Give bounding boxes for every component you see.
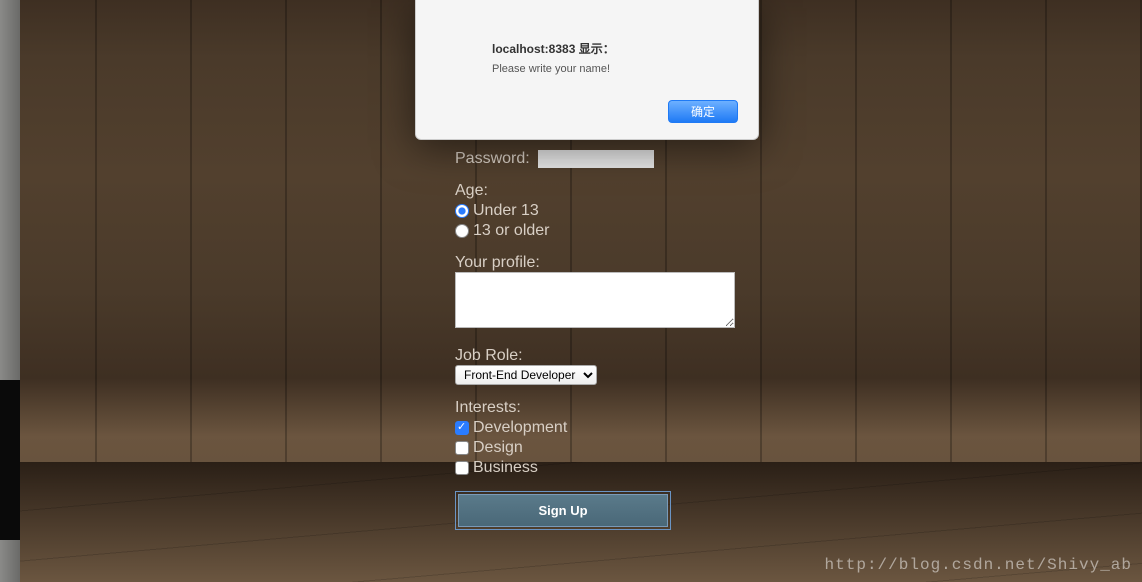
age-13-or-older-radio[interactable] bbox=[455, 224, 469, 238]
alert-dialog: localhost:8383 显示： Please write your nam… bbox=[415, 0, 759, 140]
password-label: Password: bbox=[455, 150, 530, 168]
signup-button-wrap: Sign Up bbox=[455, 491, 671, 530]
alert-title: localhost:8383 显示： bbox=[492, 40, 734, 57]
profile-textarea[interactable] bbox=[455, 272, 735, 328]
interest-design-label: Design bbox=[473, 439, 523, 457]
age-13-or-older-label: 13 or older bbox=[473, 222, 550, 240]
watermark-text: http://blog.csdn.net/Shivy_ab bbox=[825, 556, 1132, 574]
interest-business-checkbox[interactable] bbox=[455, 461, 469, 475]
interest-business-label: Business bbox=[473, 459, 538, 477]
interest-development-label: Development bbox=[473, 419, 567, 437]
interest-design-checkbox[interactable] bbox=[455, 441, 469, 455]
password-input[interactable] bbox=[538, 150, 654, 168]
age-label: Age: bbox=[455, 182, 488, 199]
interests-label: Interests: bbox=[455, 399, 521, 416]
interest-development-checkbox[interactable] bbox=[455, 421, 469, 435]
profile-label: Your profile: bbox=[455, 254, 540, 271]
signup-button[interactable]: Sign Up bbox=[458, 494, 668, 527]
left-window-dark bbox=[0, 380, 20, 540]
alert-message: Please write your name! bbox=[492, 63, 734, 75]
job-role-label: Job Role: bbox=[455, 347, 523, 364]
age-under-13-label: Under 13 bbox=[473, 202, 539, 220]
age-under-13-radio[interactable] bbox=[455, 204, 469, 218]
job-role-select[interactable]: Front-End Developer bbox=[455, 365, 597, 385]
alert-ok-button[interactable]: 确定 bbox=[668, 100, 738, 123]
signup-form: Password: Age: Under 13 13 or older Your… bbox=[455, 150, 755, 530]
